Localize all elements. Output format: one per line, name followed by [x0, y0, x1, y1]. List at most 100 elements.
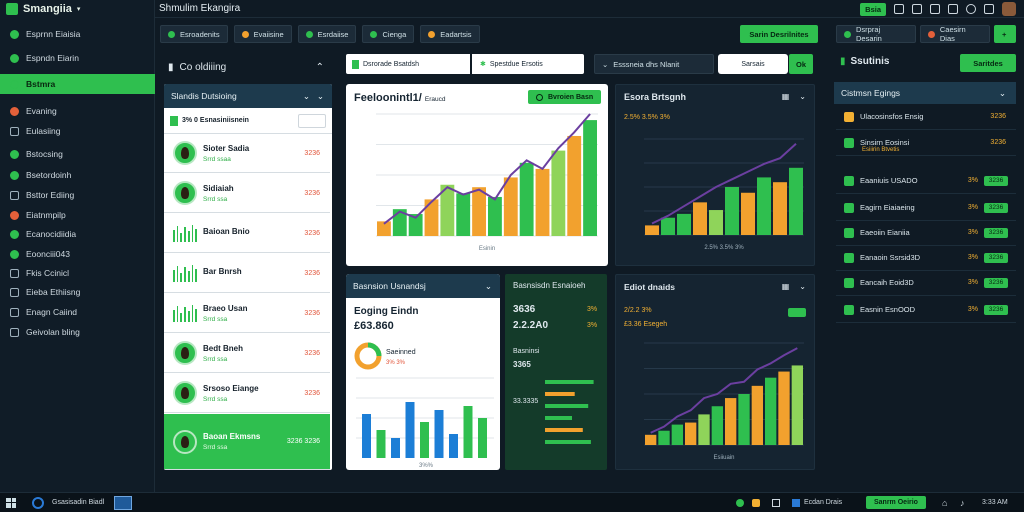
tab-4[interactable]: Cienga [362, 25, 415, 43]
right-row-badge[interactable]: 3236 [984, 175, 1008, 186]
tab-5[interactable]: Eadartsis [420, 25, 480, 43]
taskbar-tray-button[interactable]: Sanrm Oeirio [866, 496, 926, 509]
filter-badge-1[interactable]: Dsrorade Bsatdsh [346, 54, 470, 74]
brand-logo-icon [6, 3, 18, 15]
right-row-value: 3% [967, 229, 978, 236]
dark-chart-2-badge[interactable] [788, 308, 806, 317]
right-row-badge[interactable]: 3236 [984, 277, 1008, 288]
sidebar-item[interactable]: Eieba Ethiisng [0, 282, 155, 302]
sidebar-item[interactable]: Evaning [0, 101, 155, 121]
network-icon[interactable]: ⌂ [942, 498, 947, 508]
filter-badge-2[interactable]: ✱ Spestdue Ersotis [472, 54, 584, 74]
right-list-row[interactable]: Eagirn Eiaiaeing 3% 3236 [836, 195, 1016, 221]
main-chart-button[interactable]: Bvroien Basn [528, 90, 602, 104]
sidebar-item[interactable]: Eulasiing [0, 121, 155, 141]
tray-icon[interactable] [736, 498, 744, 507]
top-action-button[interactable]: Sarin Desrilnites [740, 25, 818, 43]
sidebar-item[interactable]: Fkis Ccinicl [0, 263, 155, 283]
donut-legend: Saeinned [386, 349, 416, 356]
list-item[interactable]: Braeo Usan Srrd ssa 3236 [164, 294, 330, 333]
settings-icon[interactable] [966, 4, 976, 14]
grid-icon[interactable]: ▦ [782, 92, 790, 101]
chevron-down-icon[interactable]: ⌄ [485, 281, 492, 292]
sidebar-item[interactable]: Bstmra [0, 74, 155, 94]
right-row-label: Eaaniuis USADO [860, 176, 918, 185]
list-item[interactable]: Bedt Bneh Srrd ssa 3236 [164, 334, 330, 373]
explorer-icon[interactable] [114, 495, 133, 510]
sidebar-item[interactable]: Bsetordoinh [0, 165, 155, 185]
right-list-row[interactable]: Easnin EsnOOD 3% 3236 [836, 297, 1016, 323]
sidebar-item[interactable]: Eiatnmpilp [0, 205, 155, 225]
sidebar-item[interactable]: Eoonciii043 [0, 244, 155, 264]
right-list-row[interactable]: Eaaniuis USADO 3% 3236 [836, 168, 1016, 194]
right-row-badge[interactable]: 3236 [984, 227, 1008, 238]
right-list-row[interactable]: Ulacosinsfos Ensig 3236 [836, 104, 1016, 130]
folder-icon[interactable] [752, 498, 760, 507]
tab-2[interactable]: Evaiisine [233, 25, 292, 43]
sidebar-item-icon [10, 79, 19, 89]
taskbar-search[interactable]: Gsasisadin Biadl [52, 499, 104, 506]
sidebar-item[interactable]: Espndn Eiarin [0, 48, 155, 68]
expand-icon[interactable]: ⌄ [317, 91, 324, 102]
right-list-row[interactable]: Eancaih Eoid3D 3% 3236 [836, 270, 1016, 296]
grid-icon[interactable]: ▦ [782, 282, 790, 291]
stats-card: Basnsisdn Esnaioeh 3636 2.2.2A0 3% 3% Ba… [505, 274, 607, 470]
sidebar-item[interactable]: Ecanocidiidia [0, 224, 155, 244]
stat-bar [545, 440, 591, 444]
dataset-select[interactable]: ⌄ Esssneia dhs Nlanit [594, 54, 714, 74]
stats-bars [545, 380, 594, 444]
grid-icon[interactable] [984, 4, 994, 14]
right-top-button-2[interactable]: Caesirn Dias [920, 25, 990, 43]
list-item[interactable]: Srsoso Eiange Srrd ssa 3236 [164, 374, 330, 413]
search-box[interactable] [298, 113, 326, 128]
status-badge[interactable]: Bsia [860, 2, 886, 16]
window-icon[interactable] [894, 4, 904, 14]
home-icon[interactable] [912, 4, 922, 14]
right-row-badge[interactable]: 3236 [984, 252, 1008, 263]
chart-bar [751, 385, 763, 445]
right-panel-action[interactable]: Saritdes [960, 54, 1016, 72]
go-button[interactable]: Ok [789, 54, 813, 74]
brand-name: Smangiia [23, 3, 72, 15]
list-item[interactable]: Sioter Sadia Srrd ssaa 3236 [164, 134, 330, 173]
sidebar-item-label: Esprnn Eiaisia [26, 29, 81, 39]
chevron-up-icon[interactable]: ⌃ [316, 62, 324, 73]
chart-bar [645, 225, 659, 235]
list-search[interactable]: 3% 0 Esnasiniisnein [164, 108, 332, 134]
list-item[interactable]: Sidiaiah Srrd ssa 3236 [164, 174, 330, 213]
right-list-row[interactable]: Sinsirn Eosinsi Esiiirin Btvetis 3236 [836, 130, 1016, 156]
chat-icon[interactable] [948, 4, 958, 14]
window-icon[interactable] [772, 498, 780, 507]
chevron-down-icon[interactable]: ⌄ [303, 91, 310, 102]
chevron-down-icon[interactable]: ⌄ [799, 282, 806, 291]
search-input[interactable]: Sarsais [718, 54, 788, 74]
tab-3[interactable]: Esrdaiise [297, 25, 357, 43]
sidebar-item[interactable]: Enagn Caiind [0, 302, 155, 322]
tab-1[interactable]: Esroadenits [160, 25, 228, 43]
volume-icon[interactable]: ♪ [960, 498, 965, 508]
right-list-row[interactable]: Eaeoiin Eianiia 3% 3236 [836, 220, 1016, 246]
chevron-down-icon[interactable]: ⌄ [799, 92, 806, 101]
avatar[interactable] [1002, 2, 1016, 16]
app-icon[interactable] [792, 498, 800, 507]
sidebar-item[interactable]: Bstocsing [0, 144, 155, 164]
button-icon [928, 30, 935, 38]
bell-icon[interactable] [930, 4, 940, 14]
list-item[interactable]: Baioan Bnio 3236 [164, 214, 330, 253]
add-button[interactable]: + [994, 25, 1016, 43]
right-row-badge[interactable]: 3236 [984, 202, 1008, 213]
list-item[interactable]: Baoan Ekmsns Srrd ssa 3236 3236 [164, 414, 330, 470]
brand[interactable]: Smangiia ▾ [6, 2, 80, 16]
start-icon[interactable] [6, 497, 16, 508]
right-top-button-1[interactable]: Dsrpraj Desarin [836, 25, 916, 43]
right-list-row[interactable]: Eanaoin Ssrsid3D 3% 3236 [836, 245, 1016, 271]
sidebar-item[interactable]: Bsttor Ediing [0, 185, 155, 205]
row-icon [844, 277, 854, 288]
chevron-down-icon[interactable]: ⌄ [999, 88, 1006, 99]
list-item[interactable]: Bar Bnrsh 3236 [164, 254, 330, 293]
sidebar-item[interactable]: Esprnn Eiaisia [0, 24, 155, 44]
browser-icon[interactable] [32, 496, 44, 509]
sidebar-item[interactable]: Geivolan bling [0, 322, 155, 342]
leaf-icon: ✱ [480, 61, 486, 68]
right-row-badge[interactable]: 3236 [984, 304, 1008, 315]
